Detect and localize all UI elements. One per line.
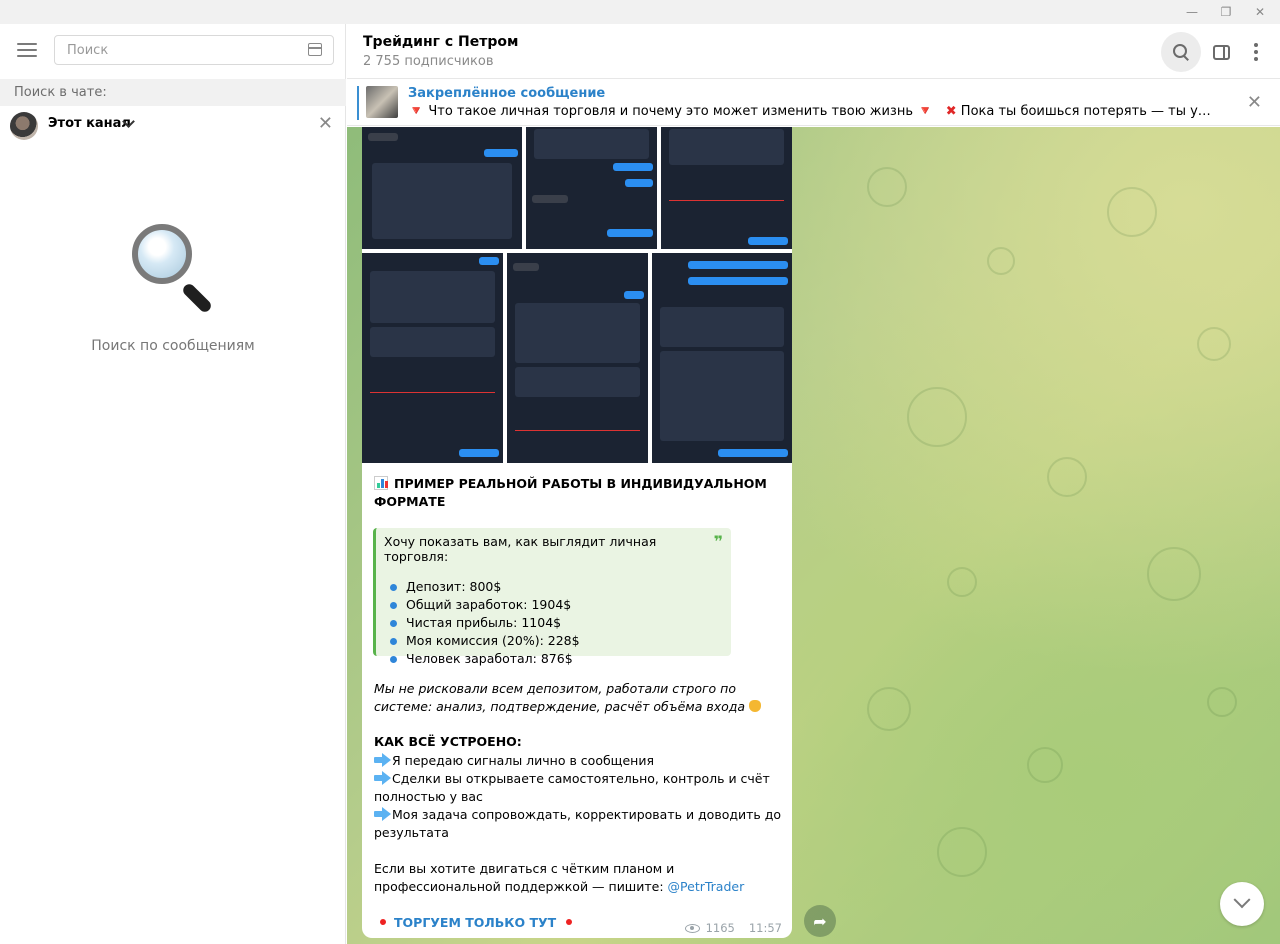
list-item: Моя комиссия (20%): 228$: [384, 632, 723, 650]
forward-icon: ➦: [813, 911, 827, 931]
how-title: КАК ВСЁ УСТРОЕНО:: [374, 734, 522, 749]
arrow-right-icon: [374, 771, 392, 785]
red-dot-icon: [380, 919, 386, 925]
chevron-down-icon: [1233, 891, 1251, 909]
italic-paragraph: Мы не рисковали всем депозитом, работали…: [374, 680, 784, 716]
left-panel: Поиск в чате: Этот канал ✕ Поиск по сооб…: [0, 24, 346, 944]
how-list: Я передаю сигналы лично в сообщения Сдел…: [374, 752, 784, 842]
message-meta: 1165 11:57: [684, 921, 782, 935]
list-item: Моя задача сопровождать, корректировать …: [374, 807, 782, 840]
final-paragraph: Если вы хотите двигаться с чётким планом…: [374, 860, 784, 896]
italic-text: Мы не рисковали всем депозитом, работали…: [374, 681, 746, 714]
screenshot-image[interactable]: [652, 253, 792, 463]
menu-icon[interactable]: [17, 43, 37, 57]
mention-link[interactable]: @PetrTrader: [668, 879, 745, 894]
minimize-button[interactable]: —: [1176, 0, 1208, 24]
message-title: ПРИМЕР РЕАЛЬНОЙ РАБОТЫ В ИНДИВИДУАЛЬНОМ …: [374, 475, 774, 511]
search-box[interactable]: [54, 35, 334, 65]
chat-area: ПРИМЕР РЕАЛЬНОЙ РАБОТЫ В ИНДИВИДУАЛЬНОМ …: [347, 127, 1280, 944]
cross-icon: ✖: [945, 104, 957, 119]
chat-title[interactable]: Трейдинг с Петром: [363, 34, 518, 50]
share-button[interactable]: ➦: [804, 905, 836, 937]
list-item: Чистая прибыль: 1104$: [384, 614, 723, 632]
arrow-right-icon: [374, 753, 392, 767]
eye-icon: [684, 923, 700, 933]
trade-link[interactable]: ТОРГУЕМ ТОЛЬКО ТУТ: [380, 915, 573, 930]
window-titlebar: — ❐ ✕: [0, 0, 1280, 24]
more-icon: [1254, 43, 1258, 61]
screenshot-image[interactable]: [507, 253, 648, 463]
pinned-thumbnail: [366, 86, 398, 118]
arrow-right-icon: [374, 807, 392, 821]
search-scope-label[interactable]: Этот канал: [48, 116, 131, 131]
screenshot-image[interactable]: [526, 127, 657, 249]
restore-button[interactable]: ❐: [1210, 0, 1242, 24]
search-button[interactable]: [1161, 32, 1201, 72]
more-menu-button[interactable]: [1236, 33, 1276, 71]
message-time: 11:57: [748, 921, 782, 935]
pinned-indicator: [357, 86, 359, 120]
sidebar-toggle-button[interactable]: [1201, 33, 1241, 71]
search-in-chat-label: Поиск в чате:: [0, 79, 346, 106]
trade-link-text[interactable]: ТОРГУЕМ ТОЛЬКО ТУТ: [394, 915, 556, 930]
search-icon: [1173, 44, 1189, 60]
quote-block: Хочу показать вам, как выглядит личная т…: [373, 528, 731, 666]
search-input[interactable]: [55, 36, 285, 64]
sidebar-icon: [1212, 44, 1230, 60]
calendar-icon[interactable]: [308, 43, 322, 56]
close-window-button[interactable]: ✕: [1244, 0, 1276, 24]
quote-heading: Хочу показать вам, как выглядит личная т…: [384, 534, 657, 564]
red-triangle-icon: 🔻: [408, 104, 425, 119]
screenshot-image[interactable]: [362, 127, 522, 249]
list-item: Общий заработок: 1904$: [384, 596, 723, 614]
red-dot-icon: [566, 919, 573, 925]
avatar: [10, 112, 38, 140]
scroll-down-button[interactable]: [1220, 882, 1264, 926]
search-scope-row[interactable]: Этот канал ✕: [0, 106, 346, 144]
subscriber-count: 2 755 подписчиков: [363, 54, 494, 69]
hand-icon: [749, 700, 762, 712]
empty-search-label: Поиск по сообщениям: [91, 338, 255, 354]
list-item: Депозит: 800$: [384, 578, 723, 596]
screenshot-image[interactable]: [661, 127, 792, 249]
list-item: Сделки вы открываете самостоятельно, кон…: [374, 771, 770, 804]
quote-icon: ❞: [713, 532, 723, 551]
pinned-message-bar[interactable]: Закреплённое сообщение 🔻 Что такое лична…: [347, 80, 1280, 126]
bar-chart-icon: [374, 476, 388, 490]
screenshot-image[interactable]: [362, 253, 503, 463]
chat-header[interactable]: Трейдинг с Петром 2 755 подписчиков: [347, 24, 1280, 79]
pinned-text: 🔻 Что такое личная торговля и почему это…: [408, 104, 1218, 119]
message-bubble[interactable]: ПРИМЕР РЕАЛЬНОЙ РАБОТЫ В ИНДИВИДУАЛЬНОМ …: [362, 127, 792, 938]
close-pinned-icon[interactable]: ✕: [1247, 92, 1262, 113]
red-triangle-icon: 🔻: [917, 104, 934, 119]
view-count: 1165: [705, 921, 735, 935]
message-title-text: ПРИМЕР РЕАЛЬНОЙ РАБОТЫ В ИНДИВИДУАЛЬНОМ …: [374, 476, 767, 509]
list-item: Я передаю сигналы лично в сообщения: [374, 752, 784, 770]
pinned-title: Закреплённое сообщение: [408, 86, 606, 101]
pinned-text-part1: Что такое личная торговля и почему это м…: [428, 104, 914, 119]
magnifier-icon: [130, 222, 220, 315]
final-text: Если вы хотите двигаться с чётким планом…: [374, 861, 675, 894]
pinned-text-part2: Пока ты боишься потерять — ты уже ничего…: [960, 104, 1218, 119]
close-icon[interactable]: ✕: [318, 115, 333, 133]
list-item: Человек заработал: 876$: [384, 650, 723, 668]
